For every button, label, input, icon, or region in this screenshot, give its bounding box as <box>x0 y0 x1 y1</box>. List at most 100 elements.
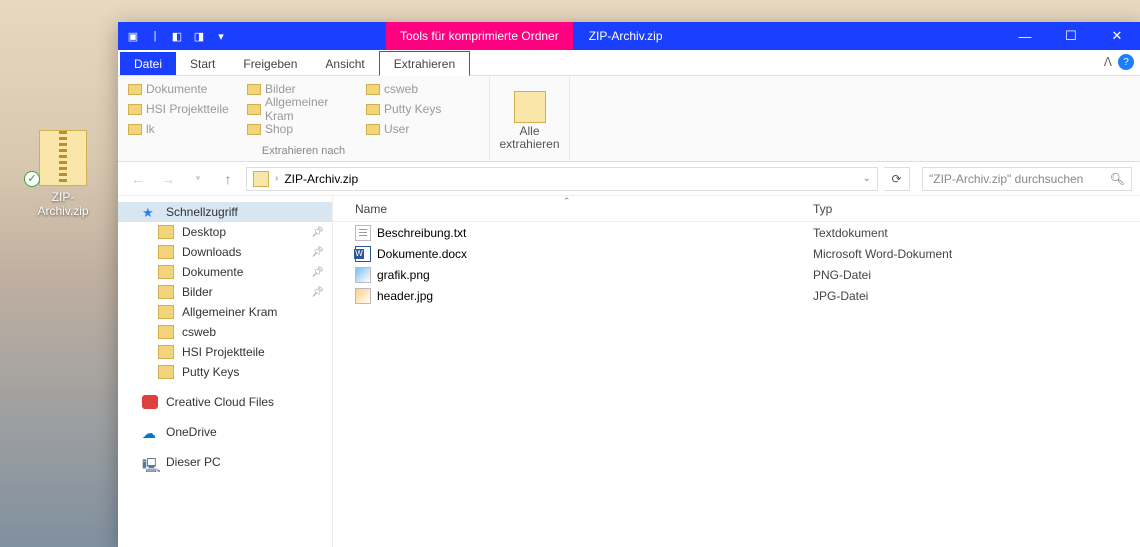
history-dropdown[interactable]: ▾ <box>186 167 210 191</box>
extract-all-label: Alleextrahieren <box>499 125 559 151</box>
sidebar-creative-cloud[interactable]: Creative Cloud Files <box>118 392 332 412</box>
file-pane: Name ⌃ Typ Beschreibung.txt Textdokument D… <box>333 196 1140 547</box>
sidebar-item-label: Bilder <box>182 285 213 299</box>
sidebar-item[interactable]: Putty Keys <box>118 362 332 382</box>
ribbon-destination[interactable]: Dokumente <box>128 80 241 98</box>
search-icon[interactable]: 🔍︎ <box>1110 172 1125 186</box>
desktop-zip-icon[interactable]: ✓ ZIP-Archiv.zip <box>28 130 98 218</box>
window-title: ZIP-Archiv.zip <box>573 22 1002 50</box>
breadcrumb-dropdown-icon[interactable]: ⌄ <box>863 173 871 184</box>
sidebar-item[interactable]: Downloads📌︎ <box>118 242 332 262</box>
pin-icon[interactable]: 📌︎ <box>311 287 324 298</box>
nav-sidebar: ★Schnellzugriff Desktop📌︎Downloads📌︎Doku… <box>118 196 333 547</box>
file-type: Textdokument <box>813 226 1140 240</box>
sidebar-item[interactable]: Desktop📌︎ <box>118 222 332 242</box>
ribbon-destination-label: lk <box>146 122 155 136</box>
folder-icon <box>247 124 261 135</box>
sidebar-item[interactable]: Dokumente 📌︎ <box>118 262 332 282</box>
ribbon-destination-label: Dokumente <box>146 82 207 96</box>
ribbon-destination-label: csweb <box>384 82 418 96</box>
pin-icon[interactable]: 📌︎ <box>311 247 324 258</box>
help-icon[interactable]: ? <box>1118 54 1134 70</box>
zip-file-icon: ✓ <box>39 130 87 186</box>
ribbon-group-extract-all: Alleextrahieren <box>490 76 570 161</box>
folder-icon <box>158 365 174 379</box>
ribbon-destination[interactable]: HSI Projektteile <box>128 100 241 118</box>
ribbon-destination-label: Bilder <box>265 82 296 96</box>
ribbon-group-label: Extrahieren nach <box>128 142 479 157</box>
folder-icon <box>158 305 174 319</box>
sidebar-item[interactable]: csweb <box>118 322 332 342</box>
contextual-tool-tab: Tools für komprimierte Ordner <box>386 22 573 50</box>
search-box[interactable]: "ZIP-Archiv.zip" durchsuchen 🔍︎ <box>922 167 1132 191</box>
sidebar-quickaccess-label: Schnellzugriff <box>166 205 238 219</box>
pc-icon: 🖳 <box>142 455 158 469</box>
file-row[interactable]: grafik.pngPNG-Datei <box>333 264 1140 285</box>
ribbon-destination[interactable]: Allgemeiner Kram <box>247 100 360 118</box>
folder-icon <box>158 285 174 299</box>
folder-icon <box>247 84 261 95</box>
qat-customize-icon[interactable]: ▾ <box>212 27 230 45</box>
pin-icon[interactable]: 📌︎ <box>311 227 324 238</box>
file-row[interactable]: Beschreibung.txt Textdokument <box>333 222 1140 243</box>
sidebar-item-label: Dokumente <box>182 265 243 279</box>
file-header: Name ⌃ Typ <box>333 196 1140 222</box>
file-name: Beschreibung.txt <box>377 226 466 240</box>
back-button[interactable]: ← <box>126 167 150 191</box>
titlebar[interactable]: ▣ | ◧ ◨ ▾ Tools für komprimierte Ordner … <box>118 22 1140 50</box>
file-row[interactable]: header.jpg JPG-Datei <box>333 285 1140 306</box>
creative-cloud-icon <box>142 395 158 409</box>
chevron-right-icon[interactable]: › <box>275 173 278 184</box>
ribbon-destination[interactable]: User <box>366 120 479 138</box>
sidebar-item[interactable]: Bilder 📌︎ <box>118 282 332 302</box>
ribbon-destination[interactable]: Shop <box>247 120 360 138</box>
sidebar-onedrive[interactable]: ☁OneDrive <box>118 422 332 442</box>
folder-icon <box>158 325 174 339</box>
maximize-button[interactable]: ☐ <box>1048 22 1094 50</box>
column-type[interactable]: Typ <box>813 202 1140 216</box>
new-folder-icon[interactable]: ◨ <box>190 27 208 45</box>
ribbon-destination[interactable]: csweb <box>366 80 479 98</box>
tab-extract[interactable]: Extrahieren <box>379 51 470 76</box>
ribbon-collapse-icon[interactable]: ᐱ <box>1104 55 1112 69</box>
breadcrumb-current[interactable]: ZIP-Archiv.zip <box>284 172 358 186</box>
sidebar-pc-label: Dieser PC <box>166 455 221 469</box>
qat-separator: | <box>146 27 164 45</box>
sidebar-item-label: csweb <box>182 325 216 339</box>
breadcrumb[interactable]: › ZIP-Archiv.zip ⌄ <box>246 167 878 191</box>
file-name: header.jpg <box>377 289 433 303</box>
tab-start[interactable]: Start <box>176 52 229 75</box>
close-button[interactable]: ✕ <box>1094 22 1140 50</box>
up-button[interactable]: ↑ <box>216 167 240 191</box>
tab-view[interactable]: Ansicht <box>311 52 378 75</box>
folder-icon <box>366 104 380 115</box>
extract-all-button[interactable]: Alleextrahieren <box>499 87 559 151</box>
ribbon-destination-label: Shop <box>265 122 293 136</box>
tab-file[interactable]: Datei <box>120 52 176 75</box>
ribbon-destination[interactable]: lk <box>128 120 241 138</box>
refresh-button[interactable]: ⟳ <box>884 167 910 191</box>
folder-icon <box>366 84 380 95</box>
file-row[interactable]: Dokumente.docxMicrosoft Word-Dokument <box>333 243 1140 264</box>
ribbon-destination-label: Allgemeiner Kram <box>265 95 360 123</box>
pin-icon[interactable]: 📌︎ <box>311 267 324 278</box>
navigation-bar: ← → ▾ ↑ › ZIP-Archiv.zip ⌄ ⟳ "ZIP-Archiv… <box>118 162 1140 196</box>
sidebar-quickaccess[interactable]: ★Schnellzugriff <box>118 202 332 222</box>
file-type: JPG-Datei <box>813 289 1140 303</box>
sidebar-item[interactable]: Allgemeiner Kram <box>118 302 332 322</box>
file-list: Beschreibung.txt Textdokument Dokumente.do… <box>333 222 1140 306</box>
ribbon-destination-label: Putty Keys <box>384 102 441 116</box>
sidebar-this-pc[interactable]: 🖳 Dieser PC <box>118 452 332 472</box>
properties-icon[interactable]: ◧ <box>168 27 186 45</box>
ribbon-destination-label: HSI Projektteile <box>146 102 229 116</box>
column-name[interactable]: Name <box>333 202 813 216</box>
ribbon-group-destinations: Dokumente Bilder csweb HSI Projektteile Allg… <box>118 76 490 161</box>
sidebar-item[interactable]: HSI Projektteile <box>118 342 332 362</box>
content-area: ★Schnellzugriff Desktop📌︎Downloads📌︎Doku… <box>118 196 1140 547</box>
zip-breadcrumb-icon <box>253 171 269 187</box>
forward-button[interactable]: → <box>156 167 180 191</box>
ribbon-destination[interactable]: Putty Keys <box>366 100 479 118</box>
explorer-icon: ▣ <box>124 27 142 45</box>
tab-share[interactable]: Freigeben <box>229 52 311 75</box>
minimize-button[interactable]: — <box>1002 22 1048 50</box>
